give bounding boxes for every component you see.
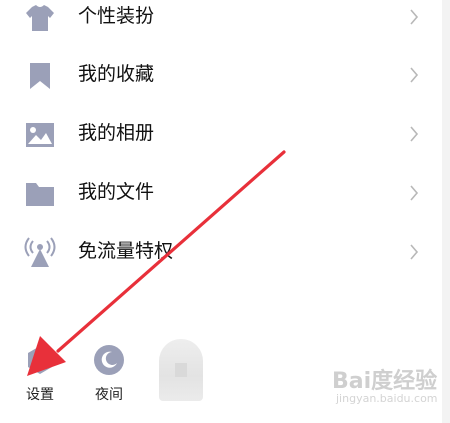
chevron-right-icon bbox=[410, 244, 419, 260]
chevron-right-icon bbox=[410, 67, 419, 83]
chevron-right-icon bbox=[410, 9, 419, 25]
signal-tower-icon bbox=[24, 237, 56, 267]
chevron-right-icon bbox=[410, 126, 419, 142]
menu-item-free-data[interactable]: 免流量特权 bbox=[0, 223, 442, 281]
moon-icon bbox=[94, 345, 124, 375]
menu-item-personalize[interactable]: 个性装扮 bbox=[0, 0, 442, 46]
menu-label-favorites: 我的收藏 bbox=[78, 63, 155, 85]
menu-item-favorites[interactable]: 我的收藏 bbox=[0, 46, 442, 104]
gear-icon bbox=[28, 346, 52, 374]
settings-label: 设置 bbox=[26, 387, 54, 403]
bookmark-icon bbox=[30, 63, 50, 89]
watermark-text: Bai度经验 bbox=[332, 369, 438, 394]
image-icon bbox=[26, 123, 54, 147]
menu-label-free-data: 免流量特权 bbox=[78, 240, 174, 262]
drawer-panel: 个性装扮 我的收藏 我的相册 我的文件 免流量特权 设置 夜间 Bai度经验 j… bbox=[0, 0, 450, 423]
night-mode-button[interactable]: 夜间 bbox=[79, 340, 139, 410]
night-mode-label: 夜间 bbox=[95, 387, 123, 403]
chevron-right-icon bbox=[410, 185, 419, 201]
content-edge bbox=[442, 0, 450, 423]
menu-label-files: 我的文件 bbox=[78, 181, 155, 203]
folder-icon bbox=[26, 183, 54, 206]
menu-label-album: 我的相册 bbox=[78, 122, 155, 144]
baidu-watermark: Bai度经验 jingyan.baidu.com bbox=[332, 363, 444, 411]
watermark-url: jingyan.baidu.com bbox=[336, 392, 438, 405]
settings-button[interactable]: 设置 bbox=[10, 340, 70, 410]
menu-item-files[interactable]: 我的文件 bbox=[0, 164, 442, 222]
menu-item-album[interactable]: 我的相册 bbox=[0, 105, 442, 163]
menu-label-personalize: 个性装扮 bbox=[78, 5, 155, 27]
shirt-icon bbox=[26, 5, 54, 31]
blurred-placeholder bbox=[159, 339, 203, 401]
